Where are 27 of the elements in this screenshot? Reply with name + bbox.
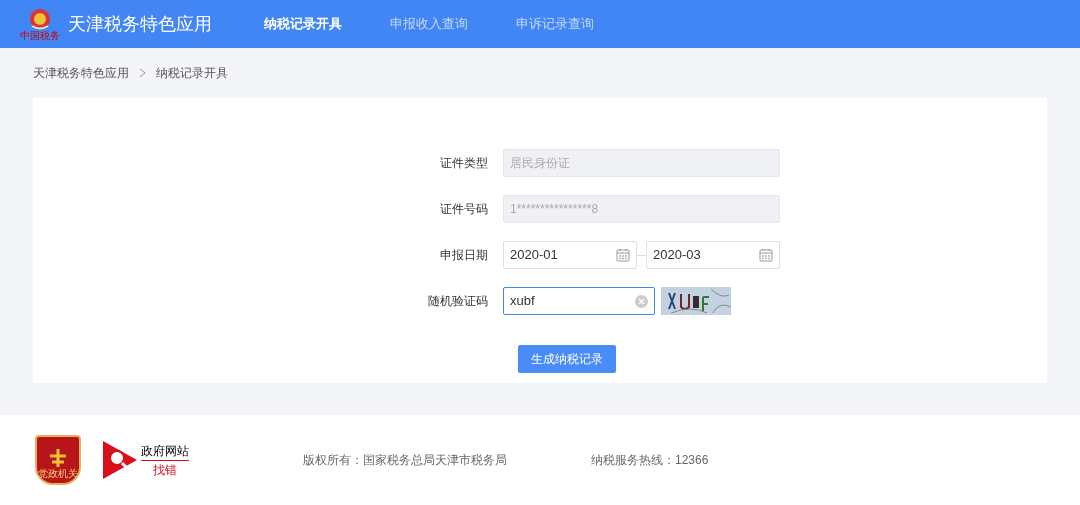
nav-tab[interactable]: 纳税记录开具 xyxy=(264,14,342,34)
date-field[interactable]: 2020-01 xyxy=(503,241,637,269)
field-label: 随机验证码 xyxy=(427,293,489,310)
emblem-icon xyxy=(47,448,69,468)
calendar-icon xyxy=(759,248,773,262)
find-error-text: 找错 xyxy=(153,461,177,479)
site-title: 天津税务特色应用 xyxy=(68,12,212,36)
logo-caption: 中国税务 xyxy=(20,29,60,41)
generate-button[interactable]: 生成纳税记录 xyxy=(518,345,616,373)
breadcrumb-link[interactable]: 天津税务特色应用 xyxy=(33,64,129,82)
field-label: 证件类型 xyxy=(439,155,489,172)
badge-caption: 党政机关 xyxy=(38,468,78,479)
captcha-field[interactable]: xubf xyxy=(503,287,655,315)
calendar-icon xyxy=(616,248,630,262)
field-label: 证件号码 xyxy=(439,201,489,218)
date-field[interactable]: 2020-03 xyxy=(646,241,780,269)
magnifier-logo-icon xyxy=(103,441,137,479)
clear-icon[interactable] xyxy=(635,294,648,308)
field-label: 申报日期 xyxy=(439,247,489,264)
breadcrumb-link[interactable]: 纳税记录开具 xyxy=(156,64,228,82)
hotline-text: 纳税服务热线：12366 xyxy=(591,452,709,469)
gov-site-text: 政府网站 xyxy=(141,441,189,461)
emblem-icon xyxy=(29,7,51,30)
nav-tab[interactable]: 申诉记录查询 xyxy=(516,14,594,34)
nav-tab[interactable]: 申报收入查询 xyxy=(390,14,468,34)
copyright-text: 版权所有：国家税务总局天津市税务局 xyxy=(303,452,507,469)
chevron-right-icon xyxy=(139,68,146,78)
